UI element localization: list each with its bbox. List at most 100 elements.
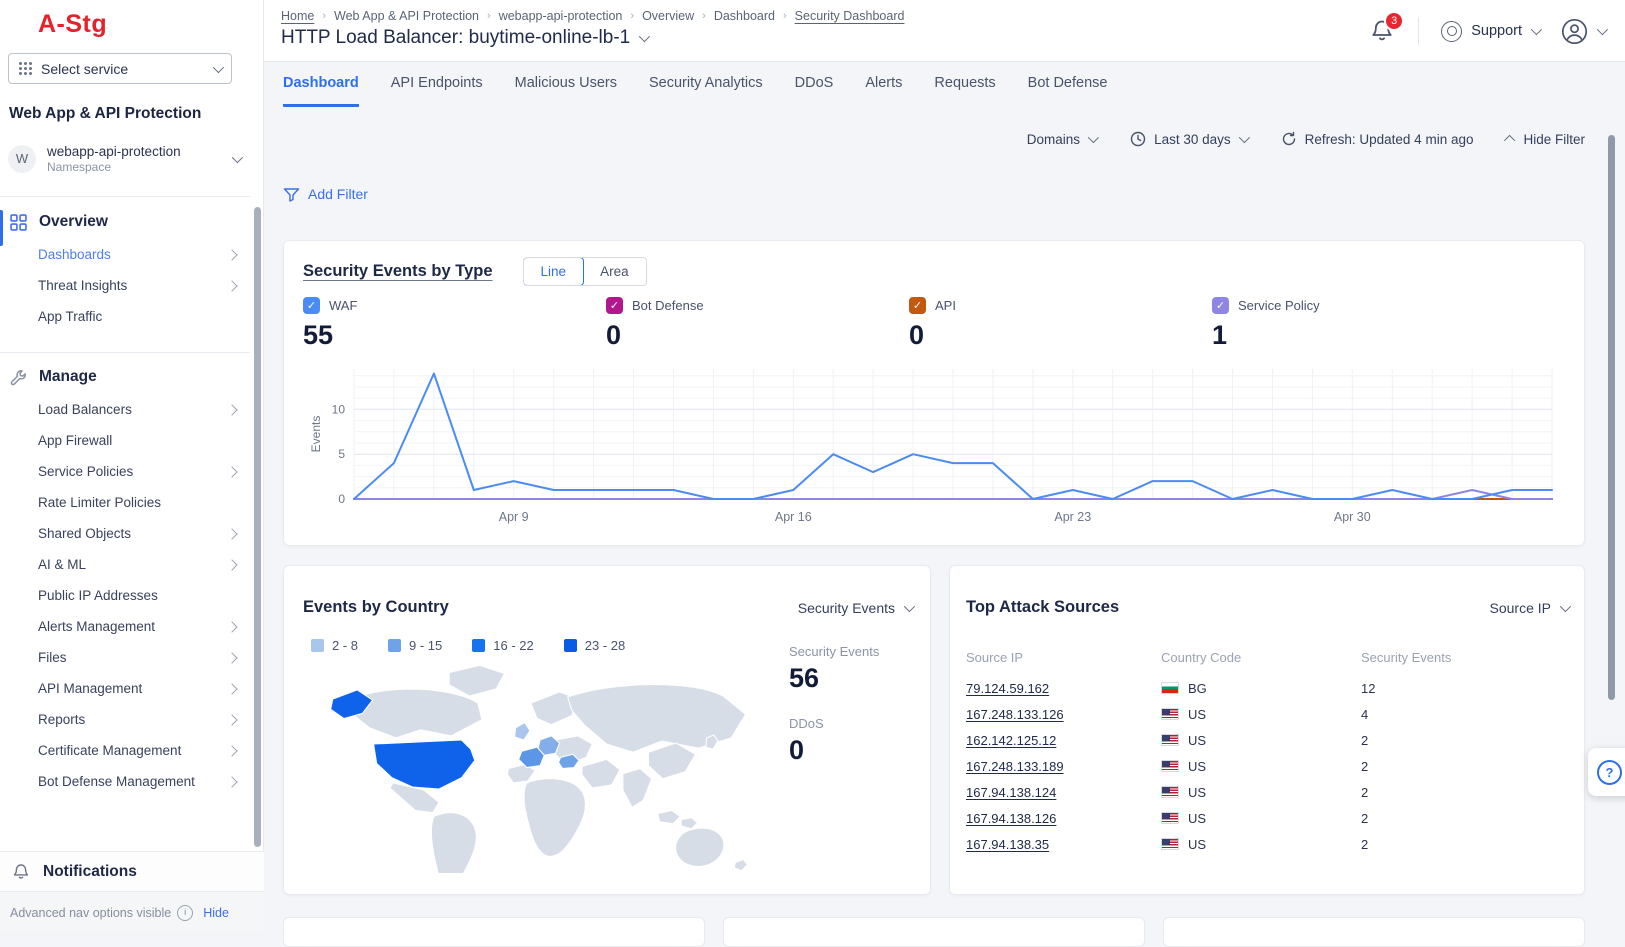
sidebar-item-files[interactable]: Files <box>0 642 250 673</box>
legend-item-service-policy[interactable]: ✓ Service Policy <box>1212 297 1515 314</box>
checkbox-checked-icon[interactable]: ✓ <box>909 297 926 314</box>
waf-count: 55 <box>303 320 606 351</box>
account-menu[interactable] <box>1561 18 1605 45</box>
chevron-down-icon <box>1597 24 1608 35</box>
breadcrumb-current[interactable]: Security Dashboard <box>795 9 905 23</box>
hide-filter-button[interactable]: Hide Filter <box>1507 132 1585 147</box>
bot-defense-count: 0 <box>606 320 909 351</box>
source-ip-link[interactable]: 79.124.59.162 <box>966 681 1049 696</box>
chart-legend: ✓ WAF 55 ✓ Bot Defense 0 ✓ API 0 <box>303 297 1515 351</box>
legend-item-waf[interactable]: ✓ WAF <box>303 297 606 314</box>
checkbox-checked-icon[interactable]: ✓ <box>303 297 320 314</box>
select-service-dropdown[interactable]: Select service <box>8 53 232 84</box>
tab-api-endpoints[interactable]: API Endpoints <box>391 75 483 107</box>
brand-logo[interactable]: A-Stg <box>38 10 107 39</box>
tab-dashboard[interactable]: Dashboard <box>283 75 359 107</box>
events-count: 2 <box>1361 837 1568 852</box>
events-count: 4 <box>1361 707 1568 722</box>
namespace-avatar: W <box>8 145 36 173</box>
help-button[interactable]: ? <box>1588 748 1625 796</box>
checkbox-checked-icon[interactable]: ✓ <box>1212 297 1229 314</box>
sidebar-notifications[interactable]: Notifications <box>0 851 264 891</box>
source-ip-link[interactable]: 167.94.138.35 <box>966 837 1049 852</box>
legend-item-bot-defense[interactable]: ✓ Bot Defense <box>606 297 909 314</box>
sidebar-section-manage[interactable]: Manage <box>0 360 250 394</box>
country-united-states <box>374 740 475 789</box>
sidebar-item-app-traffic[interactable]: App Traffic <box>0 301 250 332</box>
events-count: 12 <box>1361 681 1568 696</box>
country-china-south <box>648 743 695 779</box>
tab-bot-defense[interactable]: Bot Defense <box>1028 75 1108 107</box>
sidebar-item-bot-defense-management[interactable]: Bot Defense Management <box>0 766 250 797</box>
source-ip-link[interactable]: 167.248.133.126 <box>966 707 1064 722</box>
sidebar-item-ai-ml[interactable]: AI & ML <box>0 549 250 580</box>
breadcrumb-home[interactable]: Home <box>281 9 314 23</box>
tab-ddos[interactable]: DDoS <box>795 75 834 107</box>
help-icon: ? <box>1597 760 1622 785</box>
sidebar-item-threat-insights[interactable]: Threat Insights <box>0 270 250 301</box>
refresh-button[interactable]: Refresh: Updated 4 min ago <box>1281 131 1474 147</box>
main-scrollbar[interactable] <box>1608 135 1615 700</box>
flag-icon <box>1161 734 1179 746</box>
toggle-area[interactable]: Area <box>583 258 646 285</box>
support-menu[interactable]: Support <box>1441 21 1539 42</box>
world-map[interactable] <box>298 658 768 873</box>
divider <box>0 196 250 197</box>
chevron-down-icon <box>1560 600 1571 611</box>
sidebar-item-load-balancers[interactable]: Load Balancers <box>0 394 250 425</box>
sidebar-item-certificate-management[interactable]: Certificate Management <box>0 735 250 766</box>
waffle-grid-icon <box>19 62 32 75</box>
breadcrumb-item[interactable]: Overview <box>642 9 694 23</box>
chevron-down-icon <box>213 61 224 72</box>
namespace-selector[interactable]: W webapp-api-protection Namespace <box>8 143 240 174</box>
source-sort-dropdown[interactable]: Source IP <box>1490 600 1568 616</box>
breadcrumb-item[interactable]: Web App & API Protection <box>334 9 479 23</box>
legend-item-api[interactable]: ✓ API <box>909 297 1212 314</box>
sidebar-item-app-firewall[interactable]: App Firewall <box>0 425 250 456</box>
tab-alerts[interactable]: Alerts <box>865 75 902 107</box>
sidebar-item-rate-limiter-policies[interactable]: Rate Limiter Policies <box>0 487 250 518</box>
checkbox-checked-icon[interactable]: ✓ <box>606 297 623 314</box>
partial-card <box>1163 917 1585 947</box>
breadcrumb-separator: › <box>630 10 634 22</box>
card-title-security-events-by-type[interactable]: Security Events by Type <box>303 262 493 281</box>
sidebar-item-public-ip-addresses[interactable]: Public IP Addresses <box>0 580 250 611</box>
time-range-dropdown[interactable]: Last 30 days <box>1130 131 1247 147</box>
hide-advanced-nav-link[interactable]: Hide <box>203 906 229 920</box>
notifications-bell-button[interactable]: 3 <box>1370 18 1396 44</box>
sidebar-item-dashboards[interactable]: Dashboards <box>0 239 250 270</box>
sidebar-item-service-policies[interactable]: Service Policies <box>0 456 250 487</box>
sidebar-item-reports[interactable]: Reports <box>0 704 250 735</box>
country-metric-dropdown[interactable]: Security Events <box>798 600 912 616</box>
tab-malicious-users[interactable]: Malicious Users <box>515 75 617 107</box>
domains-dropdown[interactable]: Domains <box>1027 132 1096 147</box>
flag-icon <box>1161 682 1179 694</box>
tab-requests[interactable]: Requests <box>934 75 995 107</box>
sidebar-scrollbar[interactable] <box>254 207 261 847</box>
breadcrumb-item[interactable]: webapp-api-protection <box>499 9 623 23</box>
sidebar-item-shared-objects[interactable]: Shared Objects <box>0 518 250 549</box>
sidebar-item-api-management[interactable]: API Management <box>0 673 250 704</box>
add-filter-button[interactable]: Add Filter <box>283 186 368 202</box>
events-by-country-card: Events by Country Security Events 2 - 8 … <box>283 565 931 895</box>
source-ip-link[interactable]: 167.94.138.124 <box>966 785 1056 800</box>
filter-funnel-icon <box>283 186 300 202</box>
chevron-down-icon[interactable] <box>639 31 650 42</box>
svg-text:Apr 30: Apr 30 <box>1334 510 1371 524</box>
sidebar-section-overview[interactable]: Overview <box>0 205 250 239</box>
sidebar: A-Stg Select service Web App & API Prote… <box>0 0 264 933</box>
source-ip-link[interactable]: 167.94.138.126 <box>966 811 1056 826</box>
source-ip-link[interactable]: 167.248.133.189 <box>966 759 1064 774</box>
security-events-line-chart[interactable]: 0510Apr 9Apr 16Apr 23Apr 30Events <box>308 359 1564 529</box>
breadcrumb-item[interactable]: Dashboard <box>714 9 775 23</box>
refresh-icon <box>1281 131 1297 147</box>
toggle-line[interactable]: Line <box>523 257 585 286</box>
chart-view-toggle: Line Area <box>523 257 647 286</box>
nav-section-manage: Manage Load Balancers App Firewall Servi… <box>0 360 250 797</box>
chevron-right-icon <box>226 280 237 291</box>
country-canada <box>351 689 482 738</box>
sidebar-item-alerts-management[interactable]: Alerts Management <box>0 611 250 642</box>
tab-security-analytics[interactable]: Security Analytics <box>649 75 763 107</box>
bucket-swatch <box>311 639 324 652</box>
source-ip-link[interactable]: 162.142.125.12 <box>966 733 1056 748</box>
